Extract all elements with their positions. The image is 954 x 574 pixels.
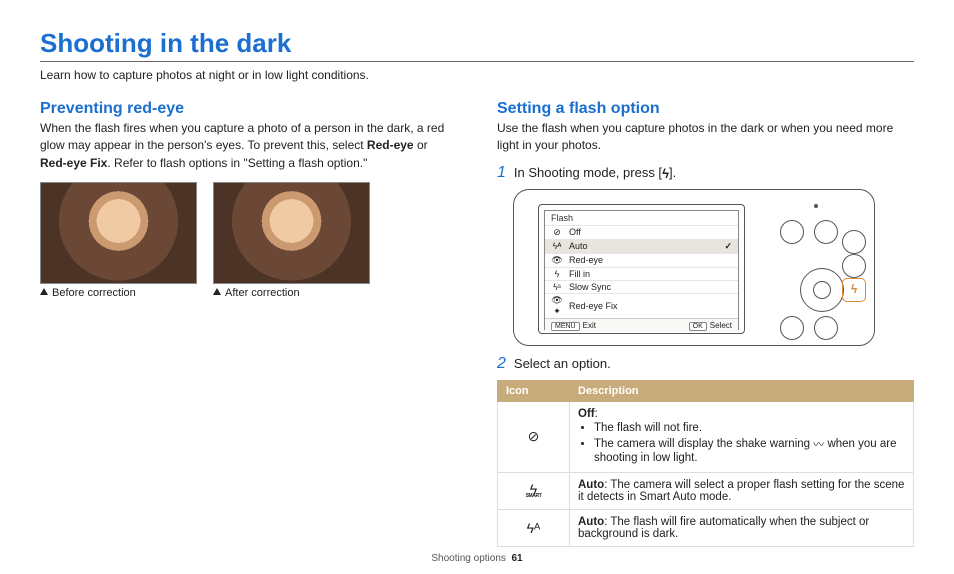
row-smart-icon: ϟ [498, 472, 570, 509]
row-title: Off [578, 408, 595, 420]
flash-menu: Flash ⊘ Off ϟᴬ Auto ✓ 👁 Red-eye [544, 210, 739, 330]
camera-button-icon [780, 220, 804, 244]
flash-options-table: Icon Description ⊘ Off: The flash will n… [497, 380, 914, 547]
section-preventing-redeye: Preventing red-eye [40, 100, 457, 118]
menu-item-redeye: 👁 Red-eye [545, 253, 738, 267]
step-2: 2 Select an option. [497, 356, 914, 372]
step-2-text: Select an option. [514, 356, 611, 371]
footer-select: OKSelect [689, 321, 732, 330]
redeye-body: When the flash fires when you capture a … [40, 120, 457, 172]
right-column: Setting a flash option Use the flash whe… [497, 100, 914, 547]
photo-before [40, 182, 197, 284]
menu-item-redeyefix: 👁✦ Red-eye Fix [545, 293, 738, 318]
shake-warning-icon: 〰 [813, 436, 824, 452]
redeye-text-3: . Refer to flash options in "Setting a f… [107, 156, 367, 170]
flash-icon: ϟ [662, 167, 669, 180]
step-2-number: 2 [497, 356, 506, 372]
left-column: Preventing red-eye When the flash fires … [40, 100, 457, 547]
title-rule [40, 61, 914, 62]
menu-item-off: ⊘ Off [545, 225, 738, 239]
step-1-number: 1 [497, 165, 506, 181]
menu-btn-icon: MENU [551, 322, 580, 331]
step-1-pre: In Shooting mode, press [ [514, 165, 662, 180]
redeye-bold-2: Red-eye Fix [40, 156, 107, 170]
camera-button-icon [814, 316, 838, 340]
menu-item-slowsync: ϟˢ Slow Sync [545, 280, 738, 293]
section-flash-option: Setting a flash option [497, 100, 914, 118]
menu-item-auto: ϟᴬ Auto ✓ [545, 239, 738, 253]
footer-exit-label: Exit [583, 321, 596, 330]
flash-smart-icon: ϟ [526, 482, 542, 499]
slowsync-icon: ϟˢ [551, 282, 563, 292]
step-1-text: In Shooting mode, press [ϟ]. [514, 165, 676, 180]
photo-after-block: After correction [213, 182, 368, 299]
footer-page-number: 61 [511, 553, 522, 564]
row-title: Auto [578, 516, 604, 528]
triangle-icon [40, 288, 48, 295]
redeye-icon: 👁 [551, 255, 563, 266]
auto-icon: ϟᴬ [551, 241, 563, 251]
redeye-text-2: or [414, 138, 428, 152]
row-text: : The camera will select a proper flash … [578, 479, 904, 503]
camera-diagram: Flash ⊘ Off ϟᴬ Auto ✓ 👁 Red-eye [513, 189, 875, 346]
flash-intro: Use the flash when you capture photos in… [497, 120, 914, 155]
menu-label: Off [569, 227, 581, 237]
menu-label: Fill in [569, 269, 590, 279]
flash-button-highlight-icon: ϟ [842, 278, 866, 302]
redeyefix-icon: 👁✦ [551, 295, 563, 317]
camera-button-icon [814, 220, 838, 244]
footer-exit: MENUExit [551, 321, 596, 330]
row-auto-icon: ϟᴬ [498, 509, 570, 546]
redeye-bold-1: Red-eye [367, 138, 414, 152]
camera-screen: Flash ⊘ Off ϟᴬ Auto ✓ 👁 Red-eye [538, 204, 745, 334]
camera-button-icon [780, 316, 804, 340]
menu-label: Red-eye [569, 255, 603, 265]
camera-button-icon [842, 230, 866, 254]
page-title: Shooting in the dark [40, 28, 914, 59]
th-icon: Icon [498, 380, 570, 401]
off-icon: ⊘ [551, 227, 563, 238]
row-text: : The flash will fire automatically when… [578, 516, 869, 540]
caption-before-text: Before correction [52, 287, 136, 299]
table-row: ϟᴬ Auto: The flash will fire automatical… [498, 509, 914, 546]
row-off-icon: ⊘ [498, 401, 570, 472]
menu-item-fillin: ϟ Fill in [545, 267, 738, 280]
photo-after [213, 182, 370, 284]
footer-section: Shooting options [431, 553, 506, 564]
ok-btn-icon: OK [689, 322, 707, 331]
menu-label: Red-eye Fix [569, 301, 618, 311]
camera-led-icon [814, 204, 818, 208]
row-auto-desc: Auto: The flash will fire automatically … [570, 509, 914, 546]
menu-label: Slow Sync [569, 282, 611, 292]
caption-before: Before correction [40, 287, 195, 299]
page-intro: Learn how to capture photos at night or … [40, 68, 914, 82]
example-photos: Before correction After correction [40, 182, 457, 299]
triangle-icon [213, 288, 221, 295]
fillin-icon: ϟ [551, 269, 563, 279]
camera-dpad-icon [800, 268, 844, 312]
footer-select-label: Select [710, 321, 732, 330]
menu-header: Flash [545, 211, 738, 225]
menu-footer: MENUExit OKSelect [545, 318, 738, 332]
page-footer: Shooting options 61 [40, 553, 914, 564]
caption-after-text: After correction [225, 287, 300, 299]
step-1: 1 In Shooting mode, press [ϟ]. [497, 165, 914, 181]
photo-before-block: Before correction [40, 182, 195, 299]
row-off-desc: Off: The flash will not fire. The camera… [570, 401, 914, 472]
row-title: Auto [578, 479, 604, 491]
two-column-layout: Preventing red-eye When the flash fires … [40, 100, 914, 547]
check-icon: ✓ [724, 241, 732, 252]
table-row: ϟ Auto: The camera will select a proper … [498, 472, 914, 509]
step-1-post: ]. [669, 165, 676, 180]
bullet: The camera will display the shake warnin… [594, 436, 905, 464]
camera-button-icon [842, 254, 866, 278]
bullet: The flash will not fire. [594, 422, 905, 434]
menu-label: Auto [569, 241, 588, 251]
manual-page: Shooting in the dark Learn how to captur… [0, 0, 954, 574]
caption-after: After correction [213, 287, 368, 299]
row-smart-desc: Auto: The camera will select a proper fl… [570, 472, 914, 509]
table-row: ⊘ Off: The flash will not fire. The came… [498, 401, 914, 472]
th-description: Description [570, 380, 914, 401]
